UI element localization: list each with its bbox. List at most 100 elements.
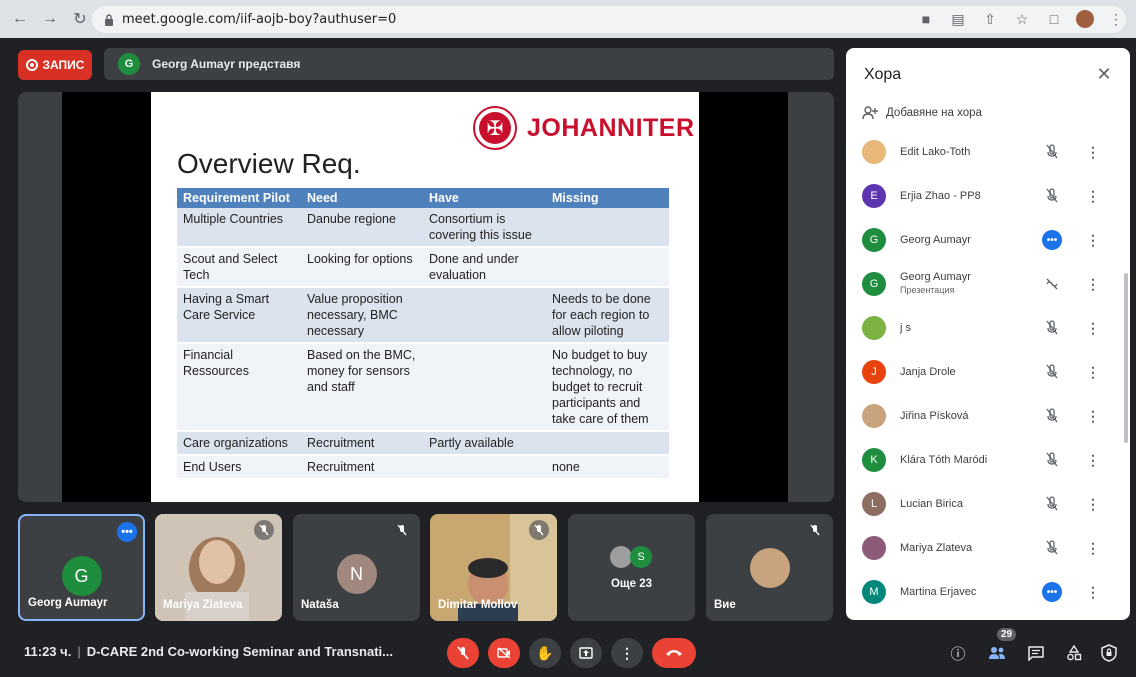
table-header-row: Requirement Pilot Need Have Missing	[177, 188, 669, 208]
meeting-title: D-CARE 2nd Co-working Seminar and Transn…	[86, 644, 393, 659]
participant-row[interactable]: J Janja Drole ⋮	[862, 355, 1112, 389]
avatar: G	[862, 228, 886, 252]
participant-row[interactable]: Edit Lako-Toth ⋮	[862, 135, 1112, 169]
bookmark-star-icon[interactable]: ☆	[1012, 9, 1032, 29]
profile-avatar[interactable]	[1076, 10, 1094, 28]
hang-up-icon	[666, 650, 682, 656]
sidepanel-icon[interactable]: □	[1044, 9, 1064, 29]
more-vert-icon[interactable]: ⋮	[1086, 582, 1100, 602]
participant-name: Janja Drole	[900, 365, 956, 378]
table-cell: End Users	[177, 455, 301, 480]
mic-off-icon[interactable]	[1042, 362, 1062, 382]
participant-tile-dimitar[interactable]: Dimitar Mollov	[430, 514, 557, 621]
camera-toggle-button[interactable]	[488, 638, 520, 668]
mic-off-icon[interactable]	[1042, 450, 1062, 470]
raise-hand-button[interactable]: ✋	[529, 638, 561, 668]
meeting-details-icon[interactable]: ⓘ	[946, 641, 970, 665]
table-row: Having a Smart Care Service Value propos…	[177, 287, 669, 344]
participant-name: Martina Erjavec	[900, 585, 977, 598]
more-vert-icon[interactable]: ⋮	[1086, 186, 1100, 206]
more-vert-icon[interactable]: ⋮	[1086, 142, 1100, 162]
more-vert-icon[interactable]: ⋮	[1086, 406, 1100, 426]
people-icon[interactable]	[985, 641, 1009, 665]
host-controls-icon[interactable]	[1097, 641, 1121, 665]
reload-icon[interactable]: ↻	[68, 7, 92, 31]
mic-off-icon[interactable]	[1042, 538, 1062, 558]
participant-tile-self[interactable]: Вие	[706, 514, 833, 621]
mic-toggle-button[interactable]	[447, 638, 479, 668]
avatar: G	[61, 556, 102, 596]
more-vert-icon[interactable]: ⋮	[1086, 362, 1100, 382]
camera-indicator-icon[interactable]: ■	[916, 9, 936, 29]
participant-name: Edit Lako-Toth	[900, 145, 971, 158]
mic-off-icon[interactable]	[1042, 406, 1062, 426]
activities-icon[interactable]	[1062, 641, 1086, 665]
participant-row[interactable]: j s ⋮	[862, 311, 1112, 345]
more-vert-icon[interactable]: ⋮	[1086, 318, 1100, 338]
recording-label: ЗАПИС	[42, 58, 85, 72]
more-options-button[interactable]: ⋮	[611, 638, 643, 668]
present-icon	[579, 647, 593, 659]
add-people-button[interactable]: Добавяне на хора	[862, 106, 982, 120]
participant-name-cell: j s	[900, 322, 1112, 335]
forward-icon[interactable]: →	[38, 7, 62, 31]
mic-off-icon[interactable]	[1042, 318, 1062, 338]
participant-row[interactable]: Mariya Zlateva ⋮	[862, 531, 1112, 565]
mic-off-icon	[254, 520, 274, 540]
chat-icon[interactable]	[1024, 641, 1048, 665]
table-row: Care organizations Recruitment Partly av…	[177, 431, 669, 456]
participant-name: Dimitar Mollov	[438, 599, 518, 611]
presentation-audio-off-icon[interactable]	[1042, 274, 1062, 294]
participant-name: Nataša	[301, 599, 339, 611]
participant-row[interactable]: Jiřina Písková ⋮	[862, 399, 1112, 433]
participant-row[interactable]: K Klára Tóth Maródi ⋮	[862, 443, 1112, 477]
participant-name: Georg Aumayr	[900, 271, 971, 283]
more-vert-icon[interactable]: ⋮	[1086, 450, 1100, 470]
presenter-avatar: G	[118, 53, 140, 75]
more-participants-label: Още 23	[610, 578, 653, 590]
table-cell: Danube regione	[301, 208, 423, 248]
table-cell: Partly available	[423, 431, 546, 456]
participant-tile-mariya[interactable]: Mariya Zlateva	[155, 514, 282, 621]
chrome-menu-icon[interactable]: ⋮	[1106, 9, 1126, 29]
audio-activity-icon[interactable]: •••	[1042, 582, 1062, 602]
audio-activity-icon: •••	[117, 522, 137, 542]
camera-off-icon	[497, 647, 511, 659]
table-cell: Care organizations	[177, 431, 301, 456]
audio-activity-icon[interactable]: •••	[1042, 230, 1062, 250]
leave-call-button[interactable]	[652, 638, 696, 668]
participant-tile-more[interactable]: S Още 23	[568, 514, 695, 621]
participant-name-cell: Erjia Zhao - PP8	[900, 190, 1112, 203]
present-button[interactable]	[570, 638, 602, 668]
meeting-time: 11:23 ч.	[24, 644, 72, 659]
participant-row[interactable]: L Lucian Birica ⋮	[862, 487, 1112, 521]
translate-icon[interactable]: ▤	[948, 9, 968, 29]
participant-row[interactable]: M Martina Erjavec ••• ⋮	[862, 575, 1112, 609]
share-icon[interactable]: ⇧	[980, 9, 1000, 29]
avatar: M	[862, 580, 886, 604]
mic-off-icon[interactable]	[1042, 494, 1062, 514]
slide-title: Overview Req.	[177, 148, 361, 179]
table-cell: No budget to buy technology, no budget t…	[546, 343, 669, 432]
participant-name-cell: Edit Lako-Toth	[900, 146, 1112, 159]
johanniter-logo: ✠ JOHANNITER	[473, 106, 695, 150]
recording-button[interactable]: ЗАПИС	[18, 50, 92, 80]
mic-off-icon[interactable]	[1042, 142, 1062, 162]
participant-row[interactable]: G Georg Aumayr ••• ⋮	[862, 223, 1112, 257]
participant-name: Mariya Zlateva	[900, 541, 973, 554]
more-vert-icon[interactable]: ⋮	[1086, 494, 1100, 514]
hand-icon: ✋	[536, 644, 554, 661]
more-vert-icon[interactable]: ⋮	[1086, 274, 1100, 294]
mic-off-icon[interactable]	[1042, 186, 1062, 206]
participant-tile-natasa[interactable]: N Nataša	[293, 514, 420, 621]
close-icon[interactable]: ✕	[1092, 62, 1116, 86]
scrollbar[interactable]	[1124, 273, 1128, 443]
participant-row[interactable]: E Erjia Zhao - PP8 ⋮	[862, 179, 1112, 213]
table-header: Missing	[546, 188, 669, 208]
participant-tile-georg[interactable]: ••• G Georg Aumayr	[18, 514, 145, 621]
more-vert-icon[interactable]: ⋮	[1086, 538, 1100, 558]
participant-row[interactable]: G Georg Aumayr Презентация ⋮	[862, 267, 1112, 301]
table-cell: Scout and Select Tech	[177, 247, 301, 288]
more-vert-icon[interactable]: ⋮	[1086, 230, 1100, 250]
back-icon[interactable]: ←	[8, 7, 32, 31]
